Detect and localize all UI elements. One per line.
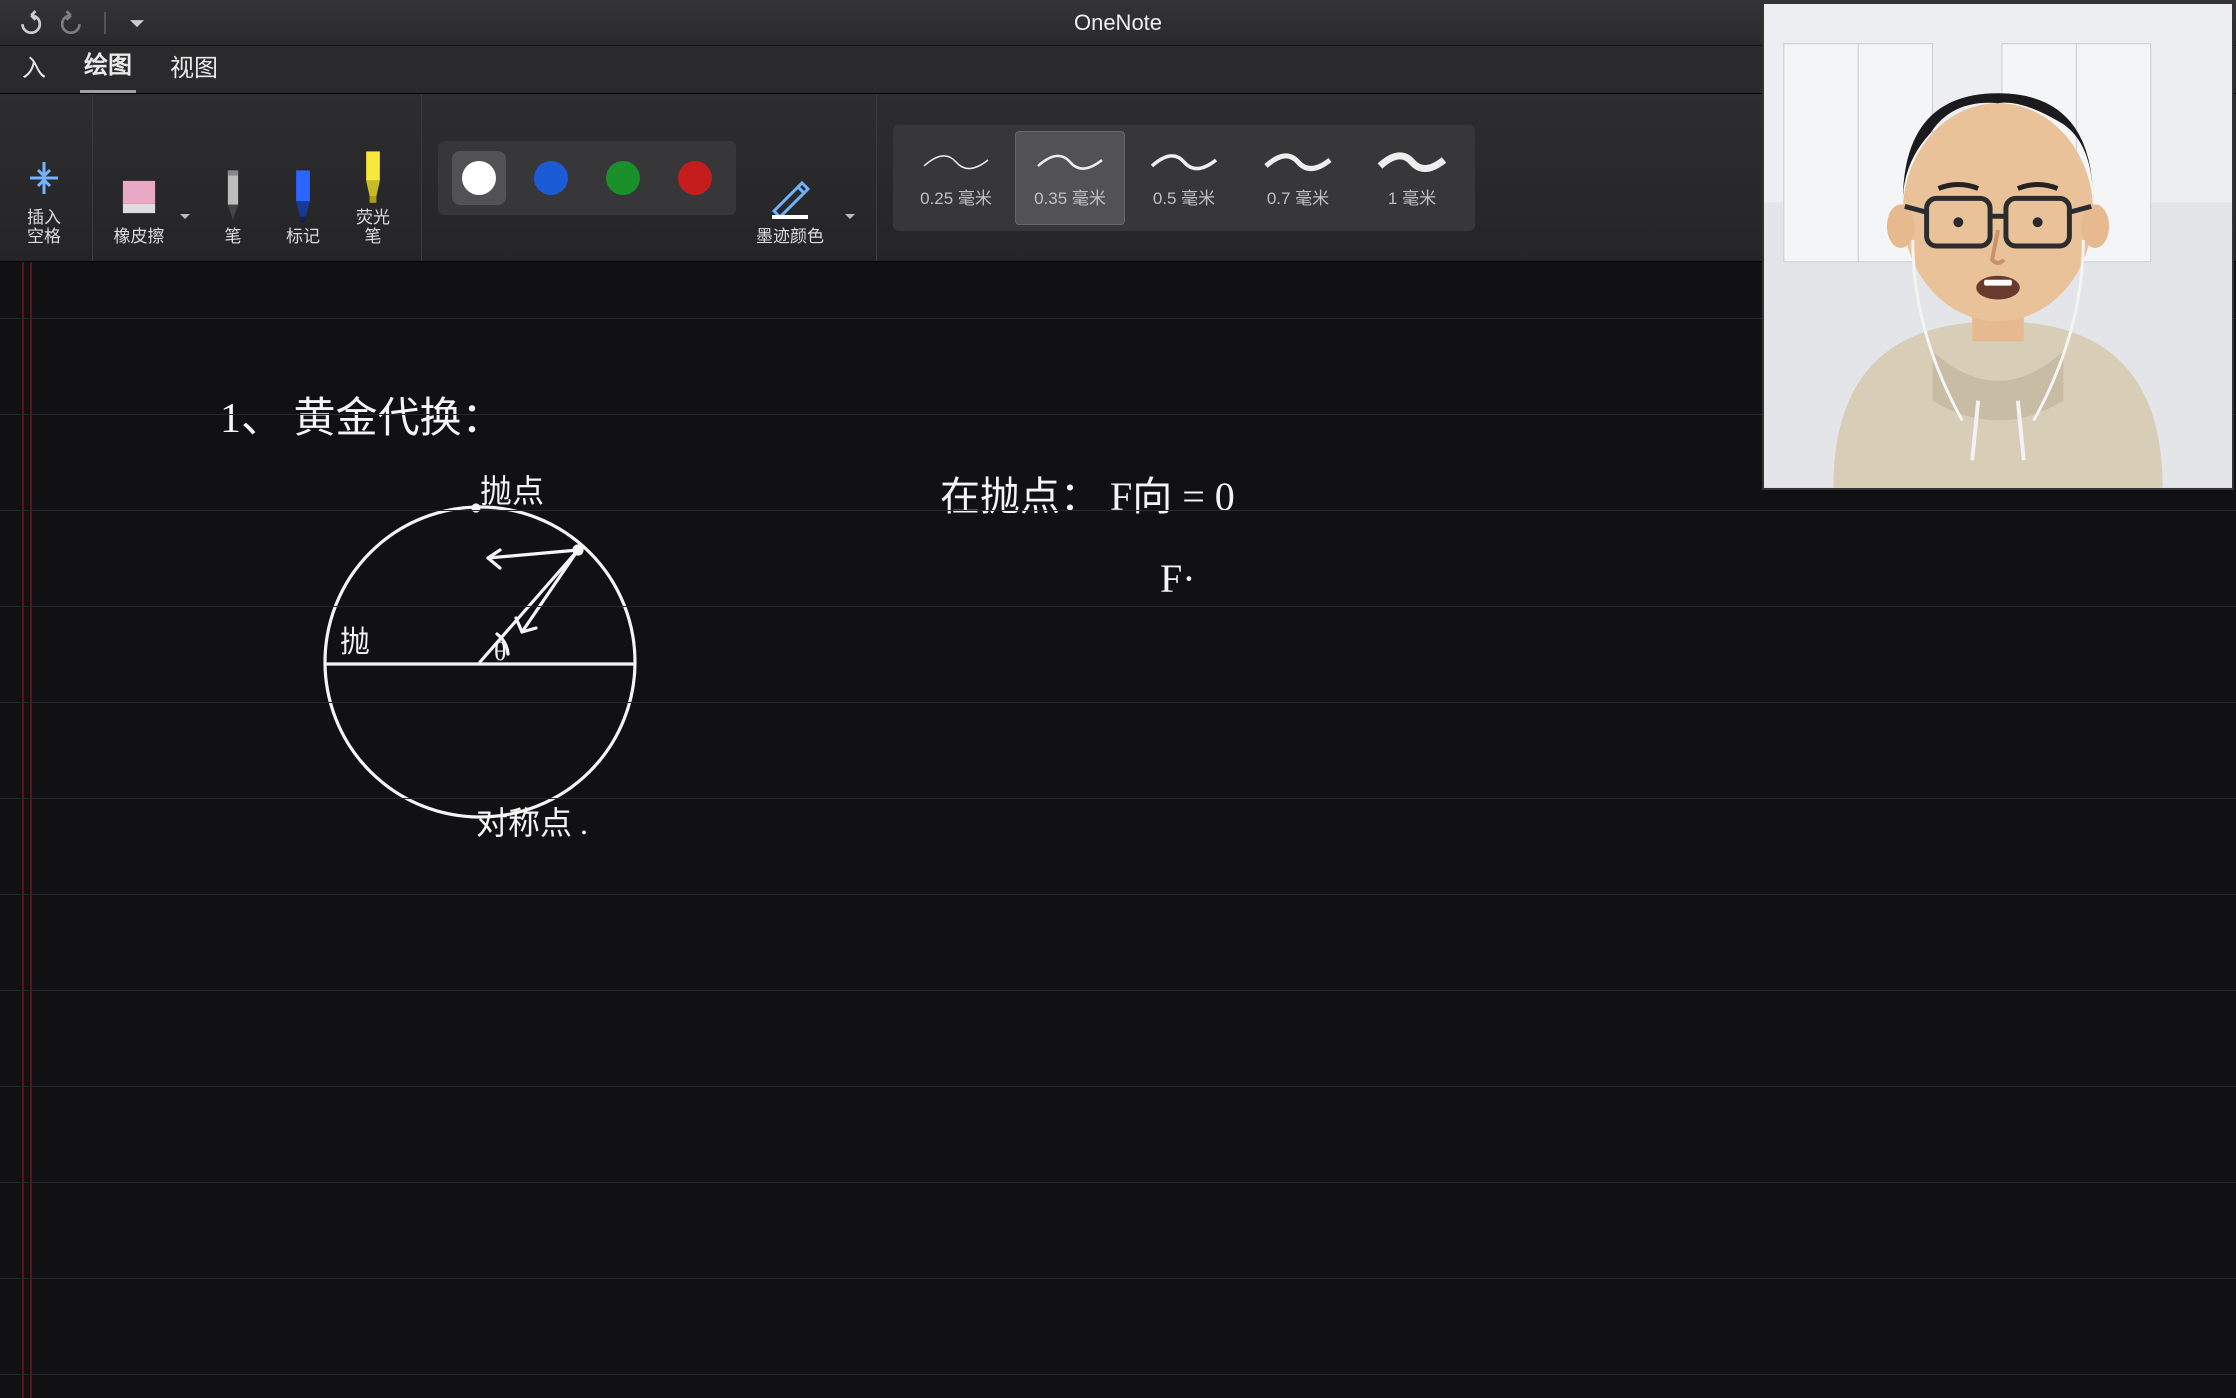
color-swatch-blue[interactable] <box>524 151 578 205</box>
ink-color-label: 墨迹颜色 <box>756 227 824 247</box>
svg-text:1、 黄金代换：: 1、 黄金代换： <box>220 395 504 442</box>
thickness-0-7[interactable]: 0.7 毫米 <box>1243 131 1353 225</box>
color-swatch-white[interactable] <box>452 151 506 205</box>
horizontal-rule <box>0 1086 2236 1087</box>
svg-text:对称点 .: 对称点 . <box>476 805 588 841</box>
svg-text:抛: 抛 <box>340 626 370 659</box>
pen-button[interactable]: 笔 <box>203 173 263 261</box>
eraser-dropdown[interactable] <box>179 213 193 261</box>
marker-icon <box>279 173 327 221</box>
color-swatch-red[interactable] <box>668 151 722 205</box>
marker-label: 标记 <box>286 227 320 247</box>
thickness-bar: 0.25 毫米 0.35 毫米 0.5 毫米 0.7 毫米 1 毫米 <box>893 125 1475 231</box>
thickness-0-25[interactable]: 0.25 毫米 <box>901 131 1011 225</box>
undo-icon[interactable] <box>16 10 42 36</box>
horizontal-rule <box>0 1278 2236 1279</box>
color-swatch-bar <box>438 141 736 215</box>
color-swatch-green[interactable] <box>596 151 650 205</box>
qat-divider <box>104 12 106 34</box>
thickness-1-label: 1 毫米 <box>1388 184 1436 209</box>
horizontal-rule <box>0 798 2236 799</box>
svg-text:在抛点： F向 = 0: 在抛点： F向 = 0 <box>940 474 1235 519</box>
group-insert-space: 插入 空格 <box>8 94 80 261</box>
thickness-0-5[interactable]: 0.5 毫米 <box>1129 131 1239 225</box>
eraser-icon <box>115 173 163 221</box>
ink-color-icon <box>766 173 814 221</box>
insert-space-label: 插入 空格 <box>27 208 61 247</box>
ink-color-dropdown[interactable] <box>844 213 858 261</box>
presenter-illustration <box>1764 4 2232 488</box>
tab-view[interactable]: 视图 <box>166 40 222 93</box>
group-thickness: 0.25 毫米 0.35 毫米 0.5 毫米 0.7 毫米 1 毫米 <box>876 94 1481 261</box>
thickness-0-35-label: 0.35 毫米 <box>1034 184 1106 209</box>
svg-text:F·: F· <box>1160 556 1196 601</box>
pen-icon <box>209 173 257 221</box>
thickness-0-25-label: 0.25 毫米 <box>920 184 992 209</box>
highlighter-button[interactable]: 荧光 笔 <box>343 154 403 261</box>
thickness-0-5-label: 0.5 毫米 <box>1153 184 1215 209</box>
quick-access-toolbar <box>0 10 150 36</box>
insert-space-icon <box>20 154 68 202</box>
thickness-0-35[interactable]: 0.35 毫米 <box>1015 131 1125 225</box>
group-colors: 墨迹颜色 <box>421 94 864 261</box>
horizontal-rule <box>0 510 2236 511</box>
pen-label: 笔 <box>225 227 242 247</box>
svg-text:抛点: 抛点 <box>480 473 544 509</box>
eraser-label: 橡皮擦 <box>114 227 165 247</box>
horizontal-rule <box>0 606 2236 607</box>
webcam-overlay <box>1762 2 2234 490</box>
group-tools: 橡皮擦 笔 标记 荧光 笔 <box>92 94 409 261</box>
chevron-down-icon[interactable] <box>124 10 150 36</box>
horizontal-rule <box>0 1182 2236 1183</box>
marker-button[interactable]: 标记 <box>273 173 333 261</box>
svg-text:θ: θ <box>494 637 506 666</box>
ink-color-button[interactable]: 墨迹颜色 <box>756 173 824 261</box>
horizontal-rule <box>0 990 2236 991</box>
redo-icon[interactable] <box>60 10 86 36</box>
horizontal-rule <box>0 894 2236 895</box>
tab-insert-partial[interactable]: 入 <box>18 40 50 93</box>
insert-space-button[interactable]: 插入 空格 <box>14 154 74 261</box>
horizontal-rule <box>0 1374 2236 1375</box>
horizontal-rule <box>0 702 2236 703</box>
thickness-0-7-label: 0.7 毫米 <box>1267 184 1329 209</box>
thickness-1[interactable]: 1 毫米 <box>1357 131 1467 225</box>
highlighter-label: 荧光 笔 <box>356 208 390 247</box>
eraser-button[interactable]: 橡皮擦 <box>109 173 169 261</box>
highlighter-icon <box>349 154 397 202</box>
